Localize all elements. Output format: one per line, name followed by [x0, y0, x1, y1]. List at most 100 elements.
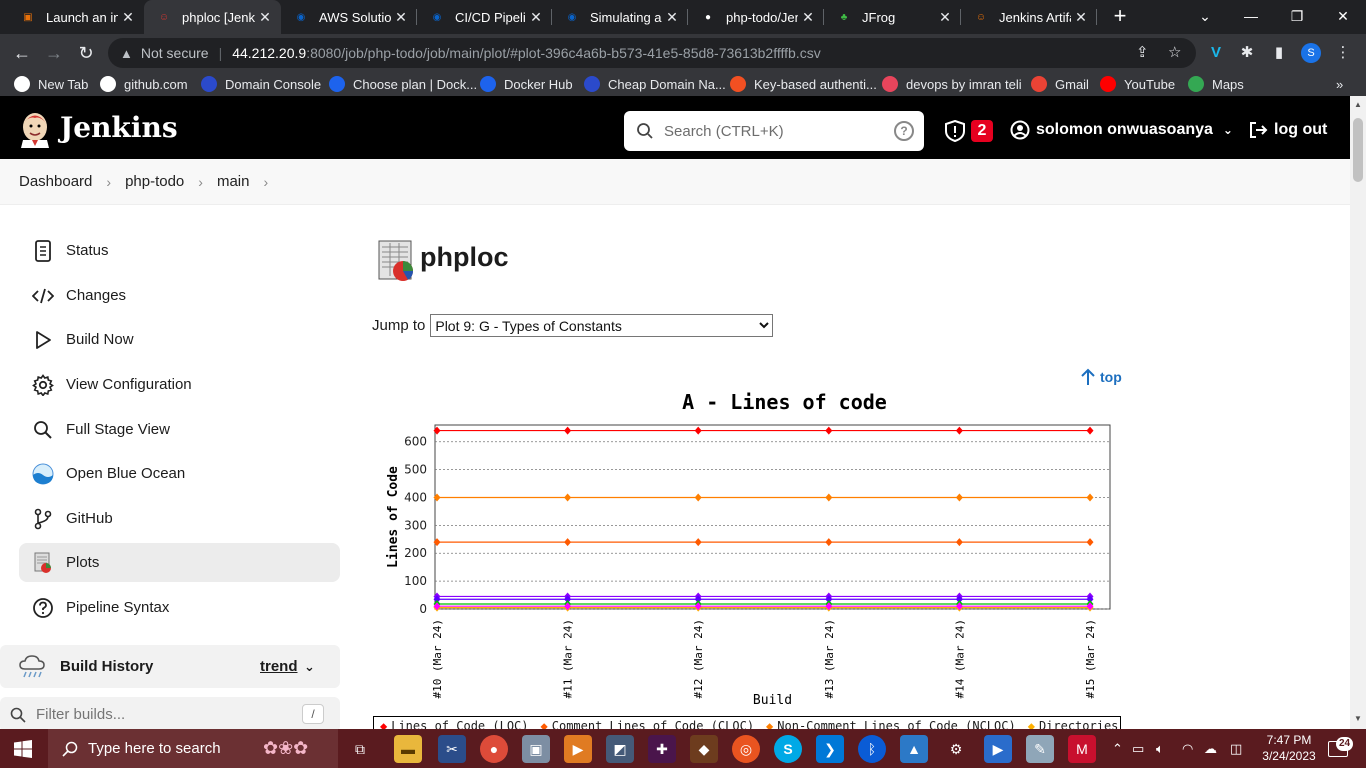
breadcrumb-dashboard[interactable]: Dashboard: [19, 173, 92, 190]
jenkins-logo-icon[interactable]: [18, 110, 52, 148]
jump-to-select[interactable]: Plot 9: G - Types of Constants: [430, 314, 774, 337]
settings-gear-icon[interactable]: ⚙: [942, 735, 970, 763]
browser-tab[interactable]: ● php-todo/Jen ✕: [688, 0, 824, 34]
taskbar-search-placeholder[interactable]: Type here to search: [88, 740, 221, 757]
bookmark-item[interactable]: Domain Console: [201, 75, 321, 93]
sidebar-item-status[interactable]: Status: [19, 231, 340, 270]
tray-chevron-up-icon[interactable]: ⌃: [1112, 729, 1123, 768]
alert-count-badge[interactable]: 2: [971, 120, 993, 142]
bookmark-item[interactable]: Choose plan | Dock...: [329, 75, 477, 93]
trend-link[interactable]: trend: [260, 658, 298, 675]
sidebar-item-full-stage-view[interactable]: Full Stage View: [19, 410, 340, 449]
skype-icon[interactable]: S: [774, 735, 802, 763]
user-name[interactable]: solomon onwuasoanya: [1036, 121, 1213, 139]
back-arrow-icon[interactable]: ←: [10, 41, 34, 65]
browser-tab[interactable]: ▣ Launch an ins✕: [8, 0, 144, 34]
browser-tab[interactable]: ☺ phploc [Jenki ✕: [144, 0, 281, 34]
browser-tab[interactable]: ♣ JFrog ✕: [824, 0, 961, 34]
bookmark-item[interactable]: New Tab: [14, 75, 88, 93]
bookmark-item[interactable]: Gmail: [1031, 75, 1089, 93]
photos-app-icon[interactable]: ▲: [900, 735, 928, 763]
sidebar-item-plots[interactable]: Plots: [19, 543, 340, 582]
tab-search-chevron-icon[interactable]: ⌄: [1182, 0, 1228, 34]
bookmark-item[interactable]: Maps: [1188, 75, 1244, 93]
tab-close-icon[interactable]: ✕: [798, 9, 818, 26]
sidebar-item-view-configuration[interactable]: View Configuration: [19, 365, 340, 404]
bookmark-item[interactable]: Docker Hub: [480, 75, 573, 93]
sidebar-item-changes[interactable]: Changes: [19, 276, 340, 315]
sidebar-item-build-now[interactable]: Build Now: [19, 320, 340, 359]
bookmark-star-icon[interactable]: ☆: [1168, 43, 1181, 61]
warning-icon[interactable]: ▲: [120, 46, 133, 61]
forward-arrow-icon[interactable]: →: [42, 41, 66, 65]
browser-tab[interactable]: ◉ Simulating a ✕: [552, 0, 688, 34]
browser-tab[interactable]: ☺ Jenkins Artifa ✕: [961, 0, 1097, 34]
security-status[interactable]: Not secure: [141, 45, 209, 61]
scroll-down-icon[interactable]: ▼: [1350, 714, 1366, 723]
ubuntu-icon[interactable]: ◎: [732, 735, 760, 763]
help-icon[interactable]: ?: [894, 121, 914, 141]
more-bookmarks-icon[interactable]: »: [1336, 75, 1343, 93]
sidebar-item-pipeline-syntax[interactable]: Pipeline Syntax: [19, 588, 340, 627]
address-bar[interactable]: ▲ Not secure | 44.212.20.9 :8080/job/php…: [108, 38, 1196, 68]
chrome-icon[interactable]: ●: [480, 735, 508, 763]
security-shield-icon[interactable]: [944, 120, 966, 142]
logout-label[interactable]: log out: [1274, 121, 1327, 139]
sidebar-item-open-blue-ocean[interactable]: Open Blue Ocean: [19, 454, 340, 493]
task-view-icon[interactable]: ⧉: [346, 735, 374, 763]
volume-icon[interactable]: 🔈︎: [1156, 729, 1164, 768]
jenkins-title[interactable]: Jenkins: [60, 111, 178, 144]
bookmark-item[interactable]: Cheap Domain Na...: [584, 75, 726, 93]
taskbar-clock[interactable]: 7:47 PM 3/24/2023: [1254, 732, 1324, 764]
chevron-right-icon[interactable]: ›: [263, 174, 268, 190]
tab-close-icon[interactable]: ✕: [662, 9, 682, 26]
search-box[interactable]: ?: [624, 111, 924, 151]
chrome-menu-icon[interactable]: ⋮: [1333, 43, 1353, 63]
new-tab-button[interactable]: +: [1108, 4, 1132, 28]
search-input[interactable]: [664, 122, 884, 140]
bookmark-item[interactable]: Key-based authenti...: [730, 75, 877, 93]
close-window-button[interactable]: ✕: [1320, 0, 1366, 34]
tab-close-icon[interactable]: ✕: [391, 9, 411, 26]
browser-tab[interactable]: ◉ AWS Solution ✕: [281, 0, 417, 34]
minimize-button[interactable]: —: [1228, 0, 1274, 34]
reload-icon[interactable]: ↻: [74, 41, 98, 65]
browser-tab[interactable]: ◉ CI/CD Pipelin ✕: [417, 0, 552, 34]
file-explorer-icon[interactable]: ▬: [394, 735, 422, 763]
vimeo-extension-icon[interactable]: V: [1206, 43, 1226, 63]
sidebar-item-github[interactable]: GitHub: [19, 499, 340, 538]
notifications-icon[interactable]: 24: [1326, 729, 1354, 768]
url-host[interactable]: 44.212.20.9: [232, 45, 306, 61]
photos-icon[interactable]: ▣: [522, 735, 550, 763]
vscode-icon[interactable]: ❯: [816, 735, 844, 763]
chevron-down-icon[interactable]: ⌄: [304, 659, 315, 675]
bookmark-item[interactable]: devops by imran teli: [882, 75, 1022, 93]
notepad-icon[interactable]: ✎: [1026, 735, 1054, 763]
bookmark-item[interactable]: YouTube: [1100, 75, 1175, 93]
chevron-down-icon[interactable]: ⌄: [1223, 123, 1233, 137]
maximize-button[interactable]: ❐: [1274, 0, 1320, 34]
logout-link[interactable]: log out: [1248, 120, 1327, 140]
tab-close-icon[interactable]: ✕: [935, 9, 955, 26]
video-editor-icon[interactable]: ▶: [984, 735, 1012, 763]
filter-builds-box[interactable]: /: [0, 697, 340, 732]
extensions-puzzle-icon[interactable]: ✱: [1237, 43, 1257, 63]
screen-recorder-icon[interactable]: ◩: [606, 735, 634, 763]
chevron-right-icon[interactable]: ›: [106, 174, 111, 190]
tab-close-icon[interactable]: ✕: [118, 9, 138, 26]
profile-avatar[interactable]: S: [1301, 43, 1321, 63]
wifi-icon[interactable]: ◠: [1182, 729, 1193, 768]
breadcrumb-main[interactable]: main: [217, 173, 250, 190]
tab-close-icon[interactable]: ✕: [255, 9, 275, 26]
url-path[interactable]: :8080/job/php-todo/job/main/plot/#plot-3…: [306, 45, 821, 61]
onedrive-cloud-icon[interactable]: ☁: [1204, 729, 1217, 768]
top-link[interactable]: top: [1080, 368, 1122, 386]
side-panel-icon[interactable]: ▮: [1269, 43, 1289, 63]
bookmark-item[interactable]: github.com: [100, 75, 188, 93]
slack-icon[interactable]: ✚: [648, 735, 676, 763]
snipping-tool-icon[interactable]: ✂: [438, 735, 466, 763]
user-menu[interactable]: solomon onwuasoanya ⌄: [1010, 120, 1233, 140]
meet-now-icon[interactable]: ◫: [1230, 729, 1242, 768]
taskbar-search[interactable]: Type here to search ✿❀✿: [48, 729, 338, 768]
chevron-right-icon[interactable]: ›: [198, 174, 203, 190]
